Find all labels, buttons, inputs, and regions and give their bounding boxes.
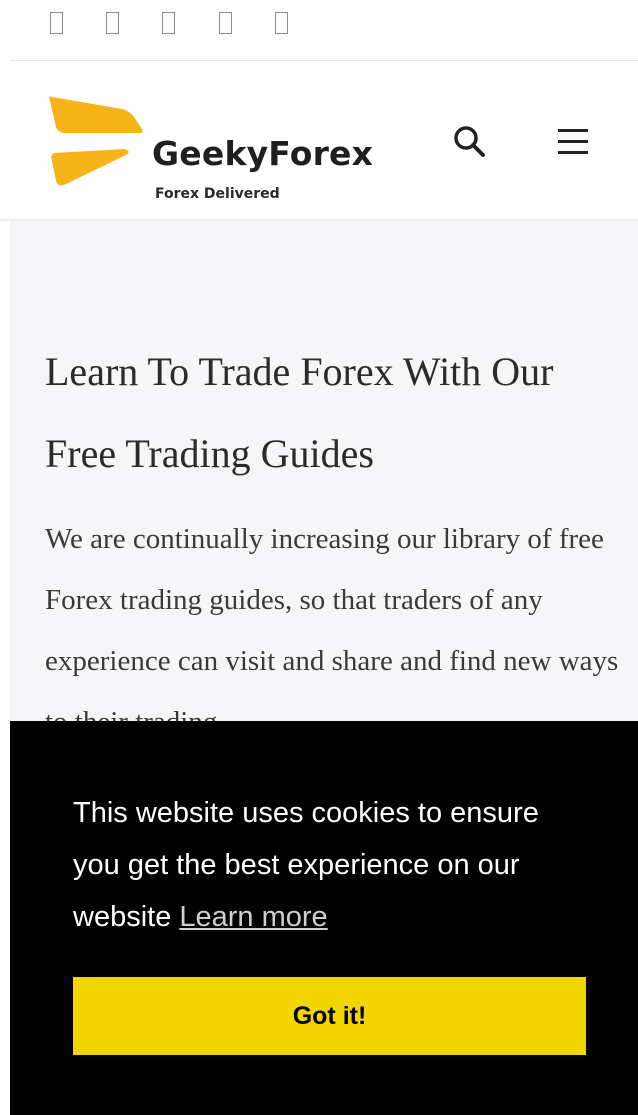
site-header: GeekyForex Forex Delivered bbox=[0, 61, 638, 219]
hero-text: We are continually increasing our librar… bbox=[45, 523, 619, 738]
social-icon[interactable] bbox=[106, 12, 119, 34]
logo-mark-icon bbox=[49, 96, 143, 186]
search-button[interactable] bbox=[450, 122, 490, 162]
logo-tagline: Forex Delivered bbox=[155, 186, 280, 202]
hamburger-menu-icon bbox=[558, 129, 588, 132]
logo-name: GeekyForex bbox=[152, 134, 374, 173]
social-icon[interactable] bbox=[275, 12, 288, 34]
menu-button[interactable] bbox=[556, 125, 592, 159]
accept-cookies-button[interactable]: Got it! bbox=[73, 977, 586, 1055]
cookie-message: This website uses cookies to ensure you … bbox=[73, 787, 593, 943]
hero-title: Learn To Trade Forex With Our Free Tradi… bbox=[45, 349, 554, 476]
social-bar bbox=[0, 0, 638, 60]
search-icon bbox=[454, 126, 485, 157]
social-icon[interactable] bbox=[219, 12, 232, 34]
logo[interactable]: GeekyForex Forex Delivered bbox=[44, 93, 394, 201]
learn-more-link[interactable]: Learn more bbox=[179, 901, 327, 933]
social-icon[interactable] bbox=[162, 12, 175, 34]
cookie-banner: This website uses cookies to ensure you … bbox=[10, 721, 638, 1115]
social-icon[interactable] bbox=[50, 12, 63, 34]
